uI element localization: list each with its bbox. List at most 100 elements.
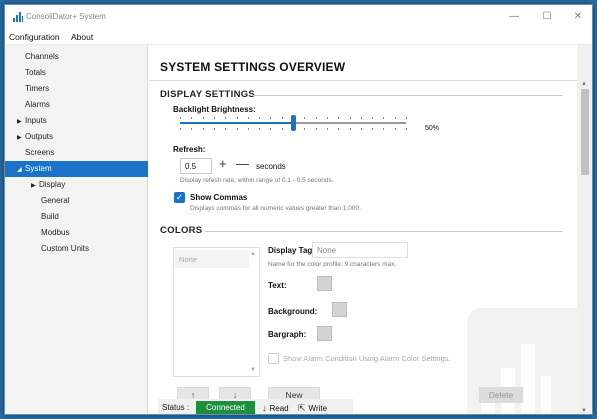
slider-tick — [236, 128, 238, 130]
slider-tick — [349, 128, 351, 130]
delete-button[interactable]: Delete — [479, 387, 523, 403]
sidebar-item-system[interactable]: ◢ System — [5, 161, 148, 177]
slider-tick — [202, 117, 204, 119]
slider-tick — [191, 117, 193, 119]
vertical-scrollbar[interactable]: ▲ ▼ — [577, 45, 592, 414]
sidebar-item-channels[interactable]: Channels — [5, 49, 148, 65]
background-color-swatch[interactable] — [332, 302, 347, 317]
scroll-up-icon[interactable]: ▲ — [250, 251, 256, 257]
show-commas-checkbox[interactable]: ✓ — [174, 192, 185, 203]
sidebar-item-label: System — [25, 164, 52, 173]
list-item[interactable]: None — [175, 250, 249, 268]
write-label: Write — [308, 404, 328, 413]
sidebar-item-general[interactable]: General — [5, 193, 148, 209]
maximize-button[interactable]: ☐ — [536, 8, 558, 26]
refresh-input[interactable] — [180, 158, 212, 174]
increment-button[interactable]: + — [219, 156, 227, 171]
read-button[interactable]: ↓ Read — [262, 403, 289, 413]
slider-tick — [225, 128, 227, 130]
sidebar-item-label: Outputs — [25, 132, 54, 141]
menu-configuration[interactable]: Configuration — [9, 32, 60, 42]
color-profile-list[interactable]: None ▲ ▼ — [173, 247, 260, 377]
bargraph-color-label: Bargraph: — [268, 330, 307, 339]
slider-tick — [406, 128, 407, 130]
text-color-swatch[interactable] — [317, 276, 332, 291]
slider-tick — [360, 117, 362, 119]
show-commas-hint: Displays commas for all numeric values g… — [190, 205, 361, 212]
brightness-slider-thumb[interactable] — [291, 115, 296, 131]
expand-arrow-icon[interactable]: ▶ — [17, 130, 25, 146]
download-arrow-icon: ↓ — [262, 403, 267, 413]
scroll-up-icon[interactable]: ▲ — [581, 81, 587, 87]
decrement-button[interactable]: — — [236, 156, 249, 171]
title-bar: ConsoliDator+ System — ☐ ✕ — [5, 5, 592, 29]
sidebar-item-totals[interactable]: Totals — [5, 65, 148, 81]
slider-tick — [315, 117, 317, 119]
refresh-hint: Display refesh rate, within range of 0.1… — [180, 177, 334, 184]
close-button[interactable]: ✕ — [567, 8, 589, 26]
sidebar-item-label: Timers — [25, 84, 50, 93]
slider-tick — [247, 128, 249, 130]
slider-tick — [225, 117, 227, 119]
sidebar-item-display[interactable]: ▶ Display — [5, 177, 148, 193]
sidebar-item-label: Inputs — [25, 116, 47, 125]
sidebar-item-label: Alarms — [25, 100, 50, 109]
status-label: Status : — [162, 403, 190, 412]
sidebar-item-inputs[interactable]: ▶ Inputs — [5, 113, 148, 129]
sidebar-item-outputs[interactable]: ▶ Outputs — [5, 129, 148, 145]
sidebar-item-modbus[interactable]: Modbus — [5, 225, 148, 241]
slider-tick — [304, 128, 306, 130]
section-divider — [205, 231, 563, 232]
slider-tick — [213, 128, 215, 130]
brightness-slider-track[interactable] — [180, 122, 293, 124]
slider-tick — [372, 117, 374, 119]
scroll-down-icon[interactable]: ▼ — [581, 408, 587, 414]
sidebar-item-label: Channels — [25, 52, 59, 61]
sidebar-item-screens[interactable]: Screens — [5, 145, 148, 161]
slider-tick — [247, 117, 249, 119]
sidebar-item-label: Custom Units — [41, 244, 90, 253]
scroll-down-icon[interactable]: ▼ — [250, 367, 256, 373]
slider-tick — [304, 117, 306, 119]
slider-tick — [236, 117, 238, 119]
main-content: SYSTEM SETTINGS OVERVIEW DISPLAY SETTING… — [149, 45, 577, 414]
refresh-unit: seconds — [256, 162, 286, 171]
expand-arrow-icon[interactable]: ▶ — [31, 178, 39, 194]
watermark-bar — [541, 376, 551, 414]
sidebar-item-alarms[interactable]: Alarms — [5, 97, 148, 113]
display-tag-input[interactable] — [312, 242, 408, 258]
slider-tick — [270, 128, 272, 130]
bargraph-color-swatch[interactable] — [317, 326, 332, 341]
alarm-condition-checkbox[interactable] — [268, 353, 279, 364]
sidebar-item-label: Display — [39, 180, 66, 189]
slider-tick — [406, 117, 407, 119]
colors-heading: COLORS — [160, 225, 203, 236]
collapse-arrow-icon[interactable]: ◢ — [17, 162, 25, 178]
title-divider — [149, 80, 577, 81]
sidebar-item-label: General — [41, 196, 70, 205]
slider-tick — [180, 128, 181, 130]
brightness-value: 50% — [425, 125, 440, 132]
expand-arrow-icon[interactable]: ▶ — [17, 114, 25, 130]
slider-tick — [349, 117, 351, 119]
sidebar-item-label: Screens — [25, 148, 55, 157]
export-icon: ⇱ — [298, 403, 306, 413]
display-tag-label: Display Tag: — [268, 246, 315, 255]
checkmark-icon: ✓ — [175, 192, 184, 202]
write-button[interactable]: ⇱ Write — [298, 403, 327, 414]
sidebar-item-timers[interactable]: Timers — [5, 81, 148, 97]
sidebar-item-custom-units[interactable]: Custom Units — [5, 241, 148, 257]
app-window: ConsoliDator+ System — ☐ ✕ Configuration… — [4, 4, 593, 415]
minimize-button[interactable]: — — [503, 8, 525, 26]
section-divider — [253, 95, 563, 96]
menu-about[interactable]: About — [71, 32, 93, 42]
menu-bar: Configuration About — [5, 29, 592, 45]
sidebar-item-label: Totals — [25, 68, 46, 77]
page-title: SYSTEM SETTINGS OVERVIEW — [160, 60, 346, 74]
slider-tick — [338, 128, 340, 130]
brightness-slider-rest — [293, 122, 406, 124]
slider-tick — [202, 128, 204, 130]
slider-tick — [326, 128, 328, 130]
scrollbar-thumb[interactable] — [581, 89, 589, 175]
sidebar-item-build[interactable]: Build — [5, 209, 148, 225]
